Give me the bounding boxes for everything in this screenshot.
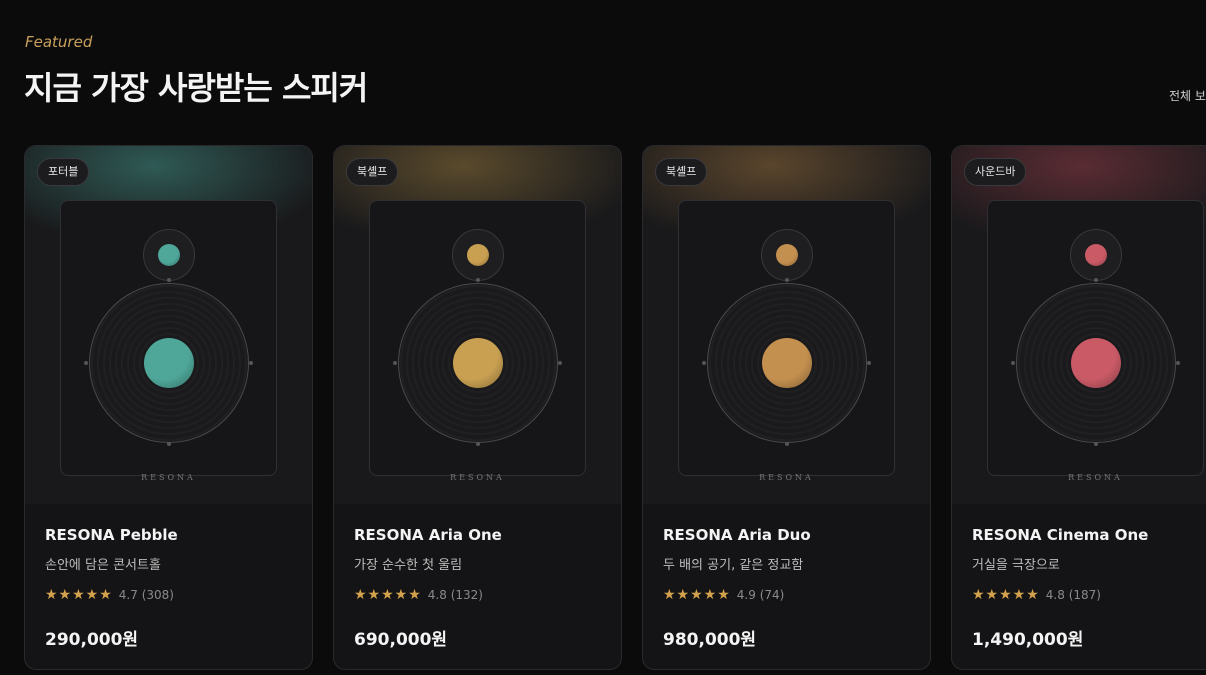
product-rating: ★★★★★ 4.7 (308) <box>45 587 296 603</box>
product-tagline: 손안에 담은 콘서트홀 <box>45 558 161 573</box>
screw-dot <box>702 361 706 365</box>
product-name[interactable]: RESONA Cinema One <box>972 526 1206 544</box>
category-badge: 북셸프 <box>346 158 399 186</box>
product-tagline: 두 배의 공기, 같은 정교함 <box>663 558 804 573</box>
tweeter-icon <box>1085 244 1107 266</box>
view-all-link[interactable]: 전체 보기 <box>1169 87 1206 104</box>
rating-value: 4.7 <box>118 588 138 602</box>
screw-dot <box>1011 361 1015 365</box>
section-title: 지금 가장 사랑받는 스피커 <box>24 69 368 107</box>
product-info: RESONA Aria Duo 두 배의 공기, 같은 정교함 ★★★★★ 4.… <box>663 526 914 650</box>
product-name[interactable]: RESONA Aria One <box>354 526 605 544</box>
star-icon: ★★★★★ <box>663 587 731 603</box>
review-count: (187) <box>1068 588 1101 602</box>
product-info: RESONA Aria One 가장 순수한 첫 울림 ★★★★★ 4.8 (1… <box>354 526 605 650</box>
product-rating: ★★★★★ 4.8 (132) <box>354 587 605 603</box>
speaker-illustration <box>987 200 1204 476</box>
woofer-icon <box>453 338 503 388</box>
woofer-icon <box>144 338 194 388</box>
tweeter-icon <box>467 244 489 266</box>
screw-dot <box>785 278 789 282</box>
woofer-ring <box>707 283 867 443</box>
product-card[interactable]: 사운드바 RESONA RESONA Cinema One 거실을 극장으로 ★… <box>951 145 1206 670</box>
speaker-illustration <box>369 200 586 476</box>
section-eyebrow: Featured <box>25 33 93 51</box>
tweeter-ring <box>1070 229 1122 281</box>
product-info: RESONA Pebble 손안에 담은 콘서트홀 ★★★★★ 4.7 (308… <box>45 526 296 650</box>
screw-dot <box>785 442 789 446</box>
category-badge: 북셸프 <box>655 158 708 186</box>
product-tagline: 거실을 극장으로 <box>972 558 1060 573</box>
review-count: (132) <box>450 588 483 602</box>
tweeter-ring <box>143 229 195 281</box>
product-info: RESONA Cinema One 거실을 극장으로 ★★★★★ 4.8 (18… <box>972 526 1206 650</box>
category-badge: 사운드바 <box>964 158 1027 186</box>
screw-dot <box>1176 361 1180 365</box>
product-price: 980,000원 <box>663 630 757 650</box>
product-name[interactable]: RESONA Aria Duo <box>663 526 914 544</box>
product-card[interactable]: 포터블 RESONA RESONA Pebble 손안에 담은 콘서트홀 ★★★… <box>24 145 313 670</box>
product-card[interactable]: 북셸프 RESONA RESONA Aria One 가장 순수한 첫 울림 ★… <box>333 145 622 670</box>
speaker-brand: RESONA <box>759 473 814 482</box>
screw-dot <box>393 361 397 365</box>
product-rating: ★★★★★ 4.8 (187) <box>972 587 1206 603</box>
product-card[interactable]: 북셸프 RESONA RESONA Aria Duo 두 배의 공기, 같은 정… <box>642 145 931 670</box>
screw-dot <box>249 361 253 365</box>
screw-dot <box>476 442 480 446</box>
screw-dot <box>867 361 871 365</box>
tweeter-ring <box>452 229 504 281</box>
woofer-ring <box>1016 283 1176 443</box>
product-price: 290,000원 <box>45 630 139 650</box>
star-icon: ★★★★★ <box>354 587 422 603</box>
speaker-illustration <box>60 200 277 476</box>
review-count: (74) <box>759 588 785 602</box>
speaker-brand: RESONA <box>450 473 505 482</box>
product-image: 포터블 RESONA <box>25 146 312 504</box>
product-tagline: 가장 순수한 첫 울림 <box>354 558 463 573</box>
woofer-ring <box>398 283 558 443</box>
rating-value: 4.9 <box>736 588 756 602</box>
screw-dot <box>167 278 171 282</box>
speaker-illustration <box>678 200 895 476</box>
star-icon: ★★★★★ <box>45 587 113 603</box>
product-image: 북셸프 RESONA <box>643 146 930 504</box>
product-price: 690,000원 <box>354 630 448 650</box>
screw-dot <box>476 278 480 282</box>
rating-value: 4.8 <box>1045 588 1065 602</box>
product-rating: ★★★★★ 4.9 (74) <box>663 587 914 603</box>
review-count: (308) <box>141 588 174 602</box>
tweeter-ring <box>761 229 813 281</box>
speaker-brand: RESONA <box>141 473 196 482</box>
product-carousel: 포터블 RESONA RESONA Pebble 손안에 담은 콘서트홀 ★★★… <box>24 145 1206 675</box>
tweeter-icon <box>158 244 180 266</box>
product-name[interactable]: RESONA Pebble <box>45 526 296 544</box>
screw-dot <box>1094 278 1098 282</box>
tweeter-icon <box>776 244 798 266</box>
featured-section: Featured 지금 가장 사랑받는 스피커 전체 보기 포터블 RESONA… <box>0 0 1206 675</box>
product-image: 사운드바 RESONA <box>952 146 1206 504</box>
woofer-icon <box>762 338 812 388</box>
screw-dot <box>558 361 562 365</box>
rating-value: 4.8 <box>427 588 447 602</box>
speaker-brand: RESONA <box>1068 473 1123 482</box>
category-badge: 포터블 <box>37 158 90 186</box>
woofer-icon <box>1071 338 1121 388</box>
product-price: 1,490,000원 <box>972 630 1084 650</box>
star-icon: ★★★★★ <box>972 587 1040 603</box>
screw-dot <box>167 442 171 446</box>
screw-dot <box>84 361 88 365</box>
product-image: 북셸프 RESONA <box>334 146 621 504</box>
woofer-ring <box>89 283 249 443</box>
screw-dot <box>1094 442 1098 446</box>
